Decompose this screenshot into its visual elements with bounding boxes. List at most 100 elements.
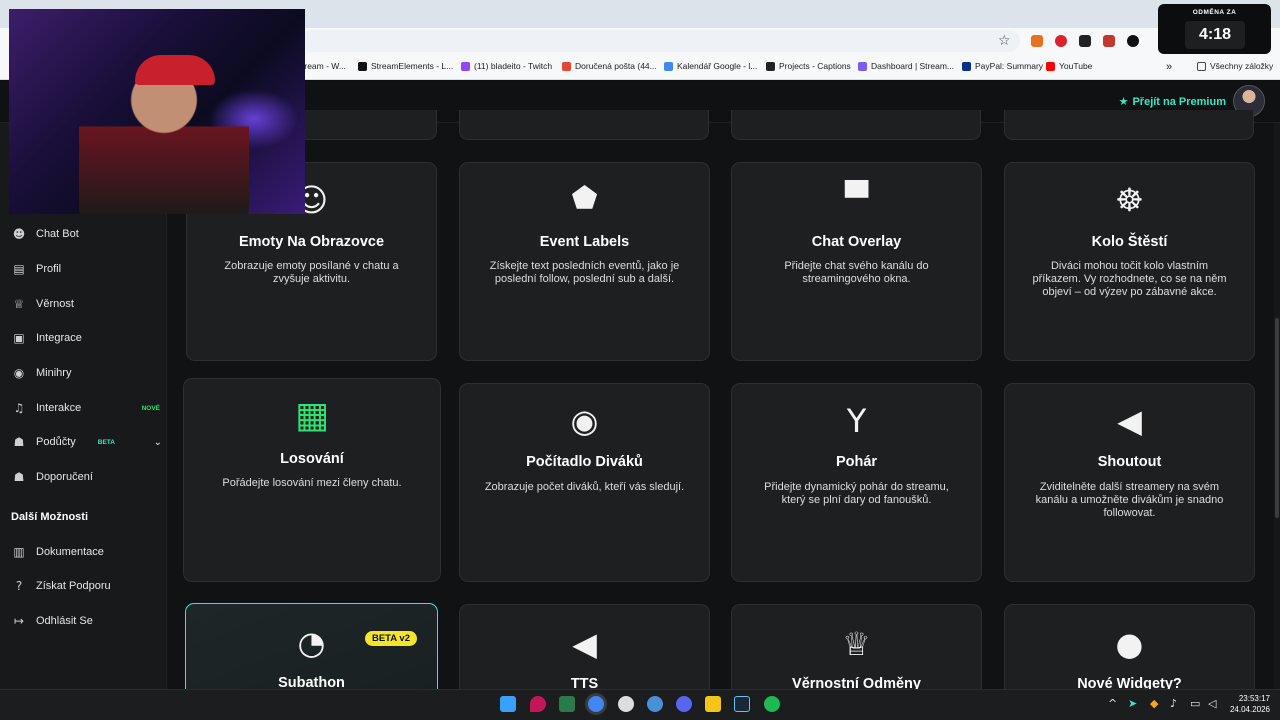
- chevron-down-icon[interactable]: ⌄: [154, 437, 162, 448]
- bookmark-label: PayPal: Summary: [975, 61, 1044, 71]
- more-bookmarks-button[interactable]: »: [1166, 61, 1172, 73]
- widget-card[interactable]: [731, 110, 981, 140]
- app-icon[interactable]: [618, 696, 634, 712]
- sidebar-item-label: Minihry: [36, 367, 72, 379]
- book-icon: ▥: [13, 545, 25, 559]
- new-badge: NOVÉ: [141, 404, 160, 412]
- premium-label: Přejít na Premium: [1132, 95, 1226, 108]
- widget-card-chat-overlay[interactable]: ▀ Chat Overlay Přidejte chat svého kanál…: [731, 162, 982, 361]
- card-description: Zobrazuje emoty posílané v chatu a zvyšu…: [224, 260, 399, 285]
- bookmark-item[interactable]: Doručená pošta (44...: [562, 61, 657, 71]
- sidebar-item-label: Profil: [36, 263, 62, 275]
- bookmark-favicon-icon: [562, 61, 571, 71]
- extension-icon[interactable]: [1055, 35, 1067, 47]
- bookmark-favicon-icon: [858, 61, 867, 71]
- go-premium-link[interactable]: ★ Přejít na Premium: [1119, 95, 1226, 108]
- spotify-icon[interactable]: [764, 696, 780, 712]
- tray-chevron-icon[interactable]: ^: [1108, 697, 1117, 710]
- sidebar-item-label: Odhlásit Se: [36, 615, 93, 627]
- app-icon[interactable]: [647, 696, 663, 712]
- sidebar-item-doporuceni[interactable]: ☗ Doporučení: [10, 467, 93, 487]
- bookmark-item[interactable]: tream - W...: [302, 61, 346, 71]
- steam-icon[interactable]: [734, 696, 750, 712]
- widget-card-pocitadlo-divaku[interactable]: ◉ Počítadlo Diváků Zobrazuje počet divák…: [459, 383, 710, 582]
- bookmark-label: tream - W...: [302, 61, 346, 71]
- extension-icon[interactable]: [1079, 35, 1091, 47]
- sidebar-item-interakce[interactable]: ♫ Interakce NOVÉ: [10, 398, 160, 418]
- trophy-icon: ♕: [842, 625, 871, 663]
- address-bar[interactable]: [300, 30, 1020, 52]
- bookmark-item[interactable]: Kalendář Google - l...: [664, 61, 757, 71]
- microphone-icon[interactable]: ♪: [1170, 697, 1177, 710]
- extension-icon[interactable]: [1031, 35, 1043, 47]
- windows-start-icon[interactable]: [500, 696, 516, 712]
- widget-card-pohar[interactable]: Y Pohár Přidejte dynamický pohár do stre…: [731, 383, 982, 582]
- widget-card-event-labels[interactable]: ⬟ Event Labels Získejte text posledních …: [459, 162, 710, 361]
- sidebar-item-chat-bot[interactable]: ☻ Chat Bot: [10, 224, 79, 244]
- bookmark-item[interactable]: YouTube: [1046, 61, 1092, 71]
- sidebar-item-label: Podůčty: [36, 436, 76, 448]
- bookmark-item[interactable]: StreamElements - L...: [358, 61, 453, 71]
- widget-card-kolo-stesti[interactable]: ☸ Kolo Štěstí Diváci mohou točit kolo vl…: [1004, 162, 1255, 361]
- plug-icon: ▣: [13, 331, 25, 345]
- card-title: Počítadlo Diváků: [526, 454, 643, 470]
- chat-bubble-icon: ▀: [844, 181, 869, 216]
- sidebar-item-integrace[interactable]: ▣ Integrace: [10, 328, 82, 348]
- card-title: Emoty Na Obrazovce: [238, 234, 385, 250]
- monitor-icon[interactable]: ▭: [1190, 697, 1200, 710]
- card-description: Přidejte chat svého kanálu do streamingo…: [784, 260, 929, 285]
- widget-card[interactable]: [459, 110, 709, 140]
- card-description: Diváci mohou točit kolo vlastním příkaze…: [1032, 260, 1227, 298]
- trophy-icon: ♕: [13, 297, 25, 311]
- card-title: Event Labels: [539, 234, 630, 250]
- megaphone-icon: ◀: [1117, 402, 1142, 440]
- taskbar-clock[interactable]: 23:53:17 24.04.2026: [1226, 693, 1270, 715]
- clock-time: 23:53:17: [1238, 694, 1270, 703]
- users-icon: ☗: [13, 435, 25, 449]
- sidebar-item-support[interactable]: ? Získat Podporu: [10, 576, 111, 596]
- all-bookmarks-label: Všechny záložky: [1210, 61, 1274, 71]
- bookmark-item[interactable]: PayPal: Summary: [962, 61, 1043, 71]
- widget-card-shoutout[interactable]: ◀ Shoutout Zviditelněte další streamery …: [1004, 383, 1255, 582]
- sidebar-item-label: Integrace: [36, 332, 82, 344]
- timer-value: 4:18: [1185, 21, 1245, 49]
- scrollbar-thumb[interactable]: [1275, 318, 1279, 518]
- app-icon[interactable]: [530, 696, 546, 712]
- extension-icon[interactable]: [1127, 35, 1139, 47]
- user-group-icon: ☗: [13, 470, 25, 484]
- sidebar-item-label: Chat Bot: [36, 228, 79, 240]
- speaker-icon: ◀: [572, 625, 597, 663]
- bookmark-label: Doručená pošta (44...: [575, 61, 657, 71]
- music-icon: ♫: [13, 401, 25, 415]
- widget-card-losovani[interactable]: ▦ Losování Pořádejte losování mezi členy…: [183, 378, 441, 582]
- app-icon[interactable]: [705, 696, 721, 712]
- card-description: Pořádejte losování mezi členy chatu.: [222, 477, 402, 489]
- bookmark-star-icon[interactable]: ☆: [998, 33, 1011, 49]
- sidebar-item-poducty[interactable]: ☗ Podůčty BETA ⌄: [10, 432, 162, 452]
- sidebar-item-logout[interactable]: ↦ Odhlásit Se: [10, 611, 93, 631]
- widget-card[interactable]: [1004, 110, 1254, 140]
- sidebar-item-vernost[interactable]: ♕ Věrnost: [10, 294, 74, 314]
- bookmark-item[interactable]: (11) bladeito - Twitch: [461, 61, 552, 71]
- bookmark-favicon-icon: [1046, 61, 1055, 71]
- xbox-icon[interactable]: [559, 696, 575, 712]
- bookmark-item[interactable]: Dashboard | Stream...: [858, 61, 954, 71]
- wheel-icon: ☸: [1115, 181, 1144, 219]
- sidebar-item-dokumentace[interactable]: ▥ Dokumentace: [10, 542, 104, 562]
- folder-icon: [1197, 61, 1206, 71]
- extension-icon[interactable]: [1103, 35, 1115, 47]
- sidebar-item-label: Doporučení: [36, 471, 93, 483]
- discord-icon[interactable]: [676, 696, 692, 712]
- bookmark-item[interactable]: Projects - Captions: [766, 61, 851, 71]
- star-icon: ★: [1118, 95, 1129, 108]
- widget-card-subathon[interactable]: ◔ BETA v2 Subathon: [185, 603, 438, 703]
- volume-icon[interactable]: ◁: [1208, 697, 1216, 710]
- tray-app-icon[interactable]: ◆: [1150, 697, 1158, 710]
- card-title: Chat Overlay: [811, 234, 902, 250]
- all-bookmarks-folder[interactable]: Všechny záložky: [1197, 61, 1273, 71]
- tray-app-icon[interactable]: ➤: [1128, 697, 1137, 710]
- sidebar-item-profil[interactable]: ▤ Profil: [10, 259, 61, 279]
- sidebar-item-minihry[interactable]: ◉ Minihry: [10, 363, 72, 383]
- reward-timer: ODMĚNA ZA 4:18: [1158, 4, 1271, 54]
- chrome-icon[interactable]: [588, 696, 604, 712]
